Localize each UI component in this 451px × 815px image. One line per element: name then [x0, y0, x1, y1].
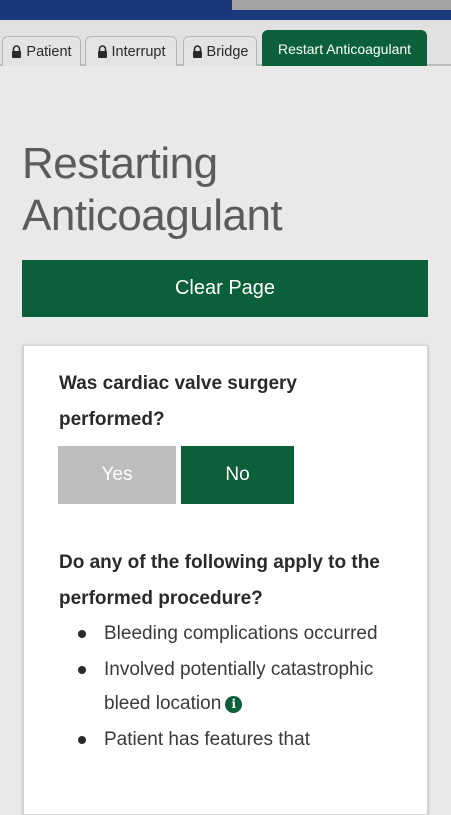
- clear-page-button[interactable]: Clear Page: [22, 260, 428, 317]
- tab-patient[interactable]: Patient: [2, 36, 81, 66]
- list-item-text: Bleeding complications occurred: [104, 623, 378, 644]
- lock-icon: [97, 45, 107, 58]
- list-item: Involved potentially catastrophic bleed …: [59, 653, 399, 721]
- lock-icon: [192, 45, 202, 58]
- tab-bridge[interactable]: Bridge: [183, 36, 257, 66]
- lock-icon: [12, 45, 22, 58]
- page-title-line1: Restarting: [22, 139, 218, 188]
- tab-restart-anticoagulant[interactable]: Restart Anticoagulant: [262, 30, 427, 66]
- info-icon[interactable]: i: [225, 695, 243, 713]
- bullet-icon: [78, 666, 86, 674]
- tab-label: Interrupt: [111, 43, 166, 60]
- tab-strip: Patient Interrupt Bridge Restart Anticoa…: [0, 20, 451, 66]
- question-procedure-factors: Do any of the following apply to the per…: [59, 552, 380, 609]
- list-item: Patient has features that: [59, 723, 399, 757]
- yes-button[interactable]: Yes: [58, 446, 176, 504]
- tab-label: Patient: [26, 43, 72, 60]
- tab-label: Restart Anticoagulant: [277, 40, 412, 57]
- tab-label: Bridge: [206, 43, 249, 60]
- list-item-text: Patient has features that: [104, 729, 310, 750]
- bullet-icon: [78, 736, 86, 744]
- list-item: Bleeding complications occurred: [59, 617, 399, 651]
- page-title: Restarting Anticoagulant: [22, 138, 432, 242]
- page-title-line2: Anticoagulant: [22, 191, 283, 240]
- question-card: Was cardiac valve surgery performed? Yes…: [23, 345, 428, 815]
- no-button[interactable]: No: [181, 446, 294, 504]
- procedure-factor-list: Bleeding complications occurred Involved…: [59, 617, 399, 759]
- question-valve-surgery: Was cardiac valve surgery performed?: [59, 373, 297, 430]
- tab-interrupt[interactable]: Interrupt: [85, 36, 177, 66]
- top-nav-progress: [232, 0, 451, 10]
- bullet-icon: [78, 630, 86, 638]
